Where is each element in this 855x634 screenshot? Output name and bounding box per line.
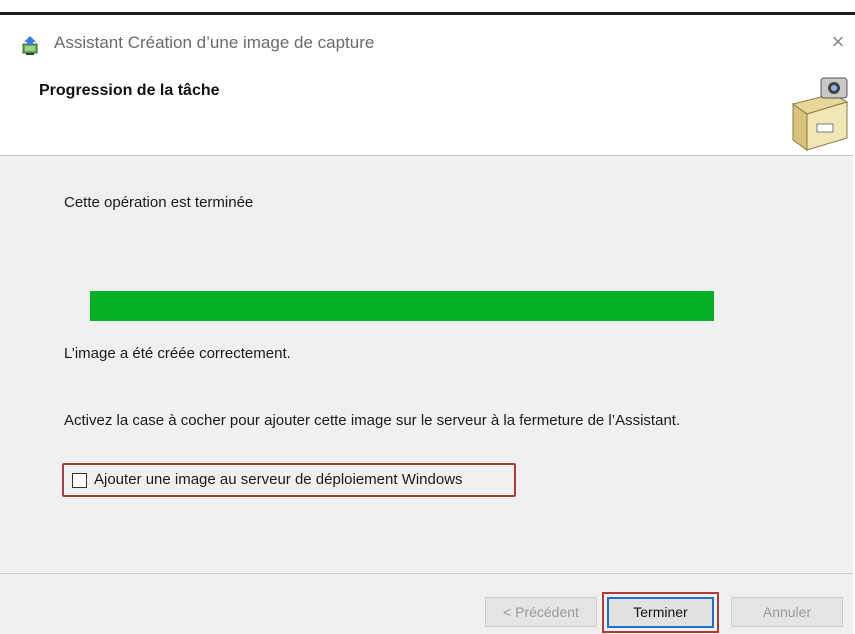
instruction-text: Activez la case à cocher pour ajouter ce… [64, 412, 681, 429]
add-image-checkbox-row[interactable]: Ajouter une image au serveur de déploiem… [62, 463, 516, 497]
window-title: Assistant Création d’une image de captur… [54, 33, 375, 52]
wizard-window: Assistant Création d’une image de captur… [0, 15, 853, 634]
add-image-checkbox-label[interactable]: Ajouter une image au serveur de déploiem… [94, 471, 463, 488]
wizard-footer: < Précédent Terminer Annuler [0, 573, 853, 634]
wizard-content: Cette opération est terminée L’image a é… [0, 156, 853, 573]
previous-button[interactable]: < Précédent [485, 597, 597, 627]
add-image-checkbox[interactable] [72, 473, 87, 488]
file-cabinet-camera-icon [791, 77, 849, 151]
status-text: Cette opération est terminée [64, 194, 254, 211]
progress-bar [90, 291, 714, 321]
close-icon[interactable]: × [826, 30, 850, 54]
result-text: L’image a été créée correctement. [64, 345, 291, 362]
title-bar: Assistant Création d’une image de captur… [0, 15, 853, 75]
finish-button-highlight: Terminer [602, 592, 719, 633]
finish-button[interactable]: Terminer [607, 597, 714, 628]
wizard-header: Progression de la tâche [0, 70, 853, 155]
cancel-button[interactable]: Annuler [731, 597, 843, 627]
progress-fill [90, 291, 714, 321]
page-title: Progression de la tâche [39, 82, 220, 99]
computer-install-icon [22, 36, 38, 55]
